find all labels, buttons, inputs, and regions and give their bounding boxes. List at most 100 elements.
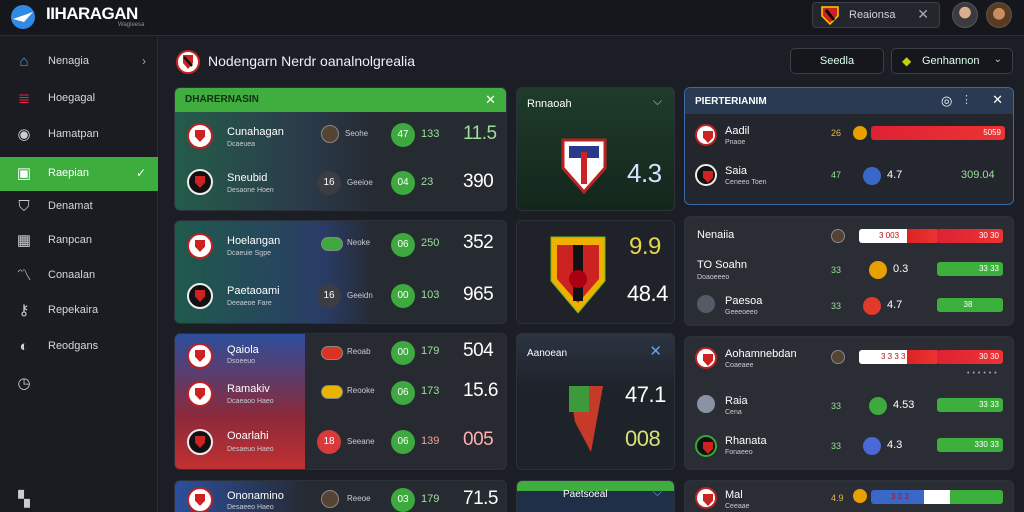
chart-icon: 〽: [16, 267, 32, 284]
main-odds[interactable]: 71.5: [463, 488, 498, 510]
featured-card[interactable]: Aanoean ✕ 47.1 008: [516, 333, 675, 470]
odds-row[interactable]: Saia Ceneeo Toen 47 4.7 309.04: [685, 160, 1013, 196]
match-row[interactable]: Hoelangan Dcaeuie Sgpe Neoke 06 250 352: [175, 225, 506, 271]
avatar[interactable]: [986, 2, 1012, 28]
sidebar-item-raepian[interactable]: ▣ Raepian ✓: [0, 157, 158, 191]
search-button[interactable]: Seedla: [790, 48, 884, 74]
odds-bar[interactable]: 5059: [871, 126, 1005, 140]
main-odds[interactable]: 352: [463, 232, 494, 254]
main-odds[interactable]: 11.5: [463, 123, 497, 145]
main-odds[interactable]: 965: [463, 284, 494, 306]
odds-bar[interactable]: 38: [937, 298, 1003, 312]
sidebar-item-denamat[interactable]: ⛉ Denamat: [0, 190, 158, 224]
apps-grid-icon: ▚: [18, 491, 30, 508]
featured-odds[interactable]: 47.1: [625, 382, 666, 408]
match-row[interactable]: Cunahagan Dcaeuea Seohe 47 133 11.5: [175, 114, 506, 160]
sidebar-item-nenagia[interactable]: ⌂ Nenagia ›: [0, 45, 158, 79]
odds-circle[interactable]: 04: [391, 171, 415, 195]
match-row[interactable]: Paetaoami Deeaeoe Fare 16 Geeidn 00 103 …: [175, 275, 506, 321]
team-crest-icon: [187, 487, 213, 512]
odds-bar[interactable]: 33 33: [937, 262, 1003, 276]
sidebar-item-hamatpan[interactable]: ◉ Hamatpan: [0, 118, 158, 152]
featured-title: Rnnaoah: [527, 98, 572, 110]
expand-icon[interactable]: ⌵: [653, 485, 662, 500]
odds-value-highlight[interactable]: 309.04: [961, 169, 995, 181]
odds-row[interactable]: Mal Ceeaae 4.9 3 3 3: [685, 483, 1013, 512]
odds-row[interactable]: Aadil Pnaoe 26 5059: [685, 120, 1013, 156]
odds-circle[interactable]: 47: [391, 123, 415, 147]
odds-panel[interactable]: Aohamnebdan Coaeaee 3 3 3 3 30 30 ••••••…: [684, 336, 1014, 470]
collapse-icon[interactable]: ⌵: [653, 94, 662, 109]
odds-row[interactable]: Aohamnebdan Coaeaee 3 3 3 3 30 30 ••••••: [685, 343, 1013, 379]
odds-bar[interactable]: 330 33: [937, 438, 1003, 452]
odds-panel[interactable]: Nenaiia 3 003 30 30 TO Soahn Doaoeeeo 33…: [684, 216, 1014, 326]
odds-circle[interactable]: 06: [391, 233, 415, 257]
main-odds[interactable]: 390: [463, 171, 494, 193]
sidebar-item-conaalan[interactable]: 〽 Conaalan: [0, 259, 158, 293]
more-icon[interactable]: ⋮: [961, 93, 972, 106]
match-card[interactable]: Hoelangan Dcaeuie Sgpe Neoke 06 250 352 …: [174, 220, 507, 324]
odds-bar[interactable]: 3 003: [859, 229, 939, 243]
match-card[interactable]: DHARERNASIN ✕ Cunahagan Dcaeuea Seohe 47…: [174, 87, 507, 211]
close-icon[interactable]: ✕: [485, 92, 496, 108]
team-sub: Deeaeoe Fare: [227, 300, 272, 307]
close-icon[interactable]: ✕: [917, 6, 929, 23]
odds-circle[interactable]: 06: [391, 430, 415, 454]
top-search-chip[interactable]: Reaionsa ✕: [812, 2, 940, 28]
odds-row[interactable]: Rhanata Fonaeeo 33 4.3 330 33: [685, 431, 1013, 467]
odds-circle[interactable]: 03: [391, 488, 415, 512]
main-odds[interactable]: 005: [463, 429, 494, 451]
featured-odds[interactable]: 9.9: [629, 233, 661, 261]
odds-panel[interactable]: PIERTERIANIM ◎ ⋮ ✕ Aadil Pnaoe 26 5059 S…: [684, 87, 1014, 205]
sidebar-item-hoegagal[interactable]: ≣ Hoegagal: [0, 82, 158, 116]
odds-bar[interactable]: 30 30: [937, 350, 1003, 364]
sidebar-item-ranpcan[interactable]: ▦ Ranpcan: [0, 224, 158, 258]
match-row[interactable]: Ramakiv Dcaeaoo Haeo Reooke 06 173 15.6: [175, 374, 506, 420]
avatar[interactable]: [952, 2, 978, 28]
sidebar-item-extra[interactable]: ◷: [0, 367, 158, 401]
odds-row[interactable]: Paesoa Geeeoeeo 33 4.7 38: [685, 291, 1013, 325]
odds-bar[interactable]: 33 33: [937, 398, 1003, 412]
odds-circle[interactable]: 00: [391, 341, 415, 365]
odds-row[interactable]: TO Soahn Doaoeeeo 33 0.3 33 33: [685, 255, 1013, 291]
match-row[interactable]: Sneubid Desaone Hoen 16 Geeioe 04 23 390: [175, 160, 506, 206]
sidebar-item-repekaira[interactable]: ⚷ Repekaira: [0, 294, 158, 328]
featured-card[interactable]: Rnnaoah ⌵ 4.3: [516, 87, 675, 211]
team-sub: Doaoeeeo: [697, 274, 730, 281]
featured-card[interactable]: 9.9 48.4: [516, 220, 675, 324]
top-search-text: Reaionsa: [849, 9, 896, 21]
featured-odds[interactable]: 48.4: [627, 281, 668, 307]
match-row[interactable]: Ononamino Desaeeo Haeo Reeoe 03 179 71.5: [175, 481, 506, 512]
status-dot: [869, 397, 887, 415]
odds-value: 139: [421, 435, 440, 447]
team-name: Aadil: [725, 125, 750, 137]
featured-card[interactable]: Paetsoeal ⌵: [516, 480, 675, 512]
featured-odds[interactable]: 4.3: [627, 158, 662, 189]
odds-row[interactable]: Nenaiia 3 003 30 30: [685, 221, 1013, 257]
filter-dropdown[interactable]: ◆ Genhannon ⌄: [891, 48, 1013, 74]
odds-bar[interactable]: 3 3 3 3: [859, 350, 939, 364]
close-icon[interactable]: ✕: [992, 92, 1003, 108]
odds-circle[interactable]: 06: [391, 381, 415, 405]
featured-odds[interactable]: 008: [625, 426, 661, 452]
odds-panel[interactable]: Mal Ceeaae 4.9 3 3 3: [684, 480, 1014, 512]
odds-row[interactable]: Raia Cena 33 4.53 33 33: [685, 391, 1013, 427]
market-label: Reoab: [347, 347, 371, 356]
odds-bar[interactable]: 30 30: [937, 229, 1003, 243]
odds-bar[interactable]: 3 3 3: [871, 490, 1003, 504]
main-odds[interactable]: 15.6: [463, 380, 498, 402]
sidebar-item-reodgans[interactable]: ◐ Reodgans: [0, 330, 158, 364]
team-crest-icon: [550, 236, 606, 314]
sidebar-item-apps[interactable]: ▚: [0, 483, 158, 512]
match-card[interactable]: Qaiola Dsoeeuo Reoab 00 179 504 Ramakiv …: [174, 333, 507, 470]
refresh-icon[interactable]: ◎: [941, 93, 952, 109]
match-card[interactable]: Ononamino Desaeeo Haeo Reeoe 03 179 71.5: [174, 480, 507, 512]
team-sub: Ceeaae: [725, 503, 750, 510]
match-row[interactable]: Ooarlahi Desaeuo Haeo 18 Seeane 06 139 0…: [175, 420, 506, 466]
team-name: Ooarlahi: [227, 430, 269, 442]
player-avatar: [321, 125, 339, 143]
odds-circle[interactable]: 00: [391, 284, 415, 308]
main-odds[interactable]: 504: [463, 340, 494, 362]
team-name: Paetaoami: [227, 285, 280, 297]
close-icon[interactable]: ✕: [649, 342, 662, 360]
